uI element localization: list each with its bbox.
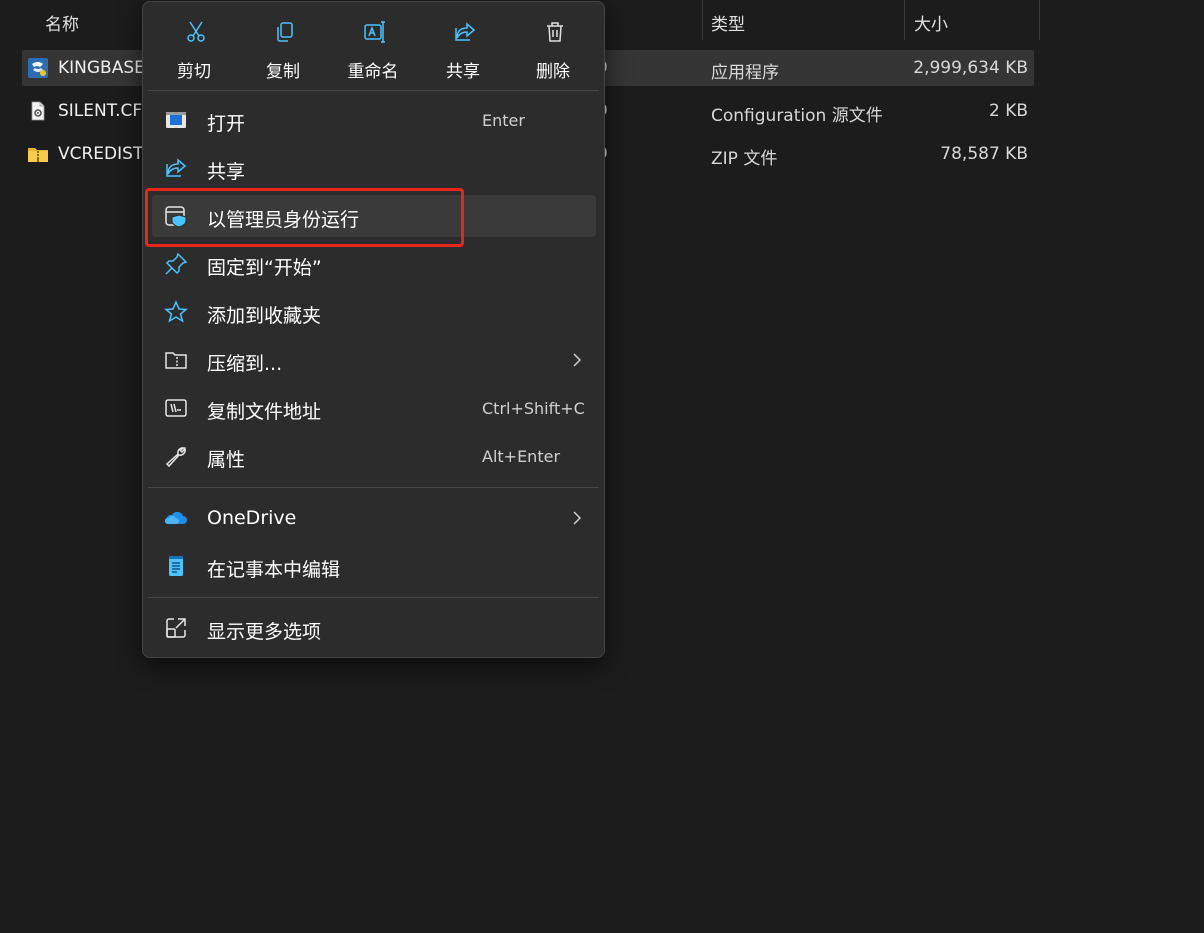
menu-item-edit-in-notepad[interactable]: 在记事本中编辑 [152, 545, 596, 587]
menu-item-pin-to-start[interactable]: 固定到“开始” [152, 243, 596, 285]
menu-item-onedrive[interactable]: OneDrive [152, 497, 596, 539]
menu-divider [148, 487, 599, 488]
menu-item-label: 复制文件地址 [207, 401, 322, 423]
menu-item-label: 固定到“开始” [207, 257, 322, 279]
rename-icon [364, 21, 385, 43]
wrench-icon [165, 447, 187, 468]
menu-item-label: 压缩到... [207, 353, 283, 375]
menu-item-share[interactable]: 共享 [152, 147, 596, 189]
open-icon [166, 112, 186, 128]
cut-label: 剪切 [177, 62, 211, 82]
onedrive-icon [164, 511, 187, 524]
copy-button[interactable]: 复制 [238, 2, 328, 90]
rename-button[interactable]: 重命名 [328, 2, 418, 90]
copy-label: 复制 [266, 62, 300, 82]
menu-item-label: OneDrive [207, 507, 297, 529]
chevron-right-icon [573, 353, 582, 367]
menu-item-label: 打开 [207, 113, 246, 135]
chevron-right-icon [573, 511, 582, 525]
copy-path-icon [165, 399, 187, 417]
pin-icon [165, 252, 188, 275]
config-file-icon [31, 101, 45, 121]
column-divider[interactable] [1039, 0, 1040, 40]
file-name: VCREDIST [58, 144, 144, 164]
share-label: 共享 [446, 62, 480, 82]
highlight-box [145, 188, 464, 247]
share-button[interactable]: 共享 [418, 2, 508, 90]
menu-divider [148, 90, 599, 91]
scissors-icon [187, 21, 205, 42]
file-type: Configuration 源文件 [711, 106, 883, 126]
column-divider[interactable] [702, 0, 703, 40]
share-icon [455, 22, 476, 41]
delete-label: 删除 [536, 62, 570, 82]
menu-item-label: 共享 [207, 161, 246, 183]
menu-item-copy-path[interactable]: 复制文件地址 Ctrl+Shift+C [152, 387, 596, 429]
menu-item-properties[interactable]: 属性 Alt+Enter [152, 435, 596, 477]
menu-item-show-more-options[interactable]: 显示更多选项 [152, 607, 596, 649]
file-type: 应用程序 [711, 63, 779, 83]
menu-item-label: 属性 [207, 449, 246, 471]
menu-item-compress-to[interactable]: 压缩到... [152, 339, 596, 381]
column-header-name[interactable]: 名称 [45, 10, 79, 35]
more-options-icon [166, 618, 186, 638]
menu-item-label: 在记事本中编辑 [207, 559, 341, 581]
context-menu: 剪切 复制 重命名 共享 删除 打开 Enter 共享 以管理员身份运行 固定到… [142, 1, 605, 658]
file-size: 2 KB [988, 101, 1028, 121]
menu-item-shortcut: Alt+Enter [482, 447, 561, 466]
notepad-icon [169, 556, 183, 576]
menu-item-label: 显示更多选项 [207, 621, 322, 643]
file-name: SILENT.CF [58, 101, 143, 121]
menu-item-label: 添加到收藏夹 [207, 305, 322, 327]
star-icon [164, 300, 188, 323]
file-size: 2,999,634 KB [913, 58, 1028, 78]
copy-icon [277, 22, 293, 42]
menu-item-open[interactable]: 打开 Enter [152, 99, 596, 141]
file-size: 78,587 KB [940, 144, 1028, 164]
trash-icon [547, 22, 563, 42]
rename-label: 重命名 [347, 62, 399, 82]
column-divider[interactable] [904, 0, 905, 40]
column-header-size[interactable]: 大小 [914, 10, 948, 35]
menu-divider [148, 597, 599, 598]
menu-item-add-to-favorites[interactable]: 添加到收藏夹 [152, 291, 596, 333]
app-icon [28, 58, 48, 78]
file-name: KINGBASE [58, 58, 145, 78]
share-icon [166, 158, 187, 177]
column-header-type[interactable]: 类型 [711, 10, 745, 35]
cut-button[interactable]: 剪切 [149, 2, 239, 90]
delete-button[interactable]: 删除 [508, 2, 598, 90]
menu-item-shortcut: Enter [482, 111, 525, 130]
menu-item-shortcut: Ctrl+Shift+C [482, 399, 585, 418]
zip-icon [165, 352, 187, 369]
zip-folder-icon [28, 148, 48, 162]
file-type: ZIP 文件 [711, 149, 778, 169]
